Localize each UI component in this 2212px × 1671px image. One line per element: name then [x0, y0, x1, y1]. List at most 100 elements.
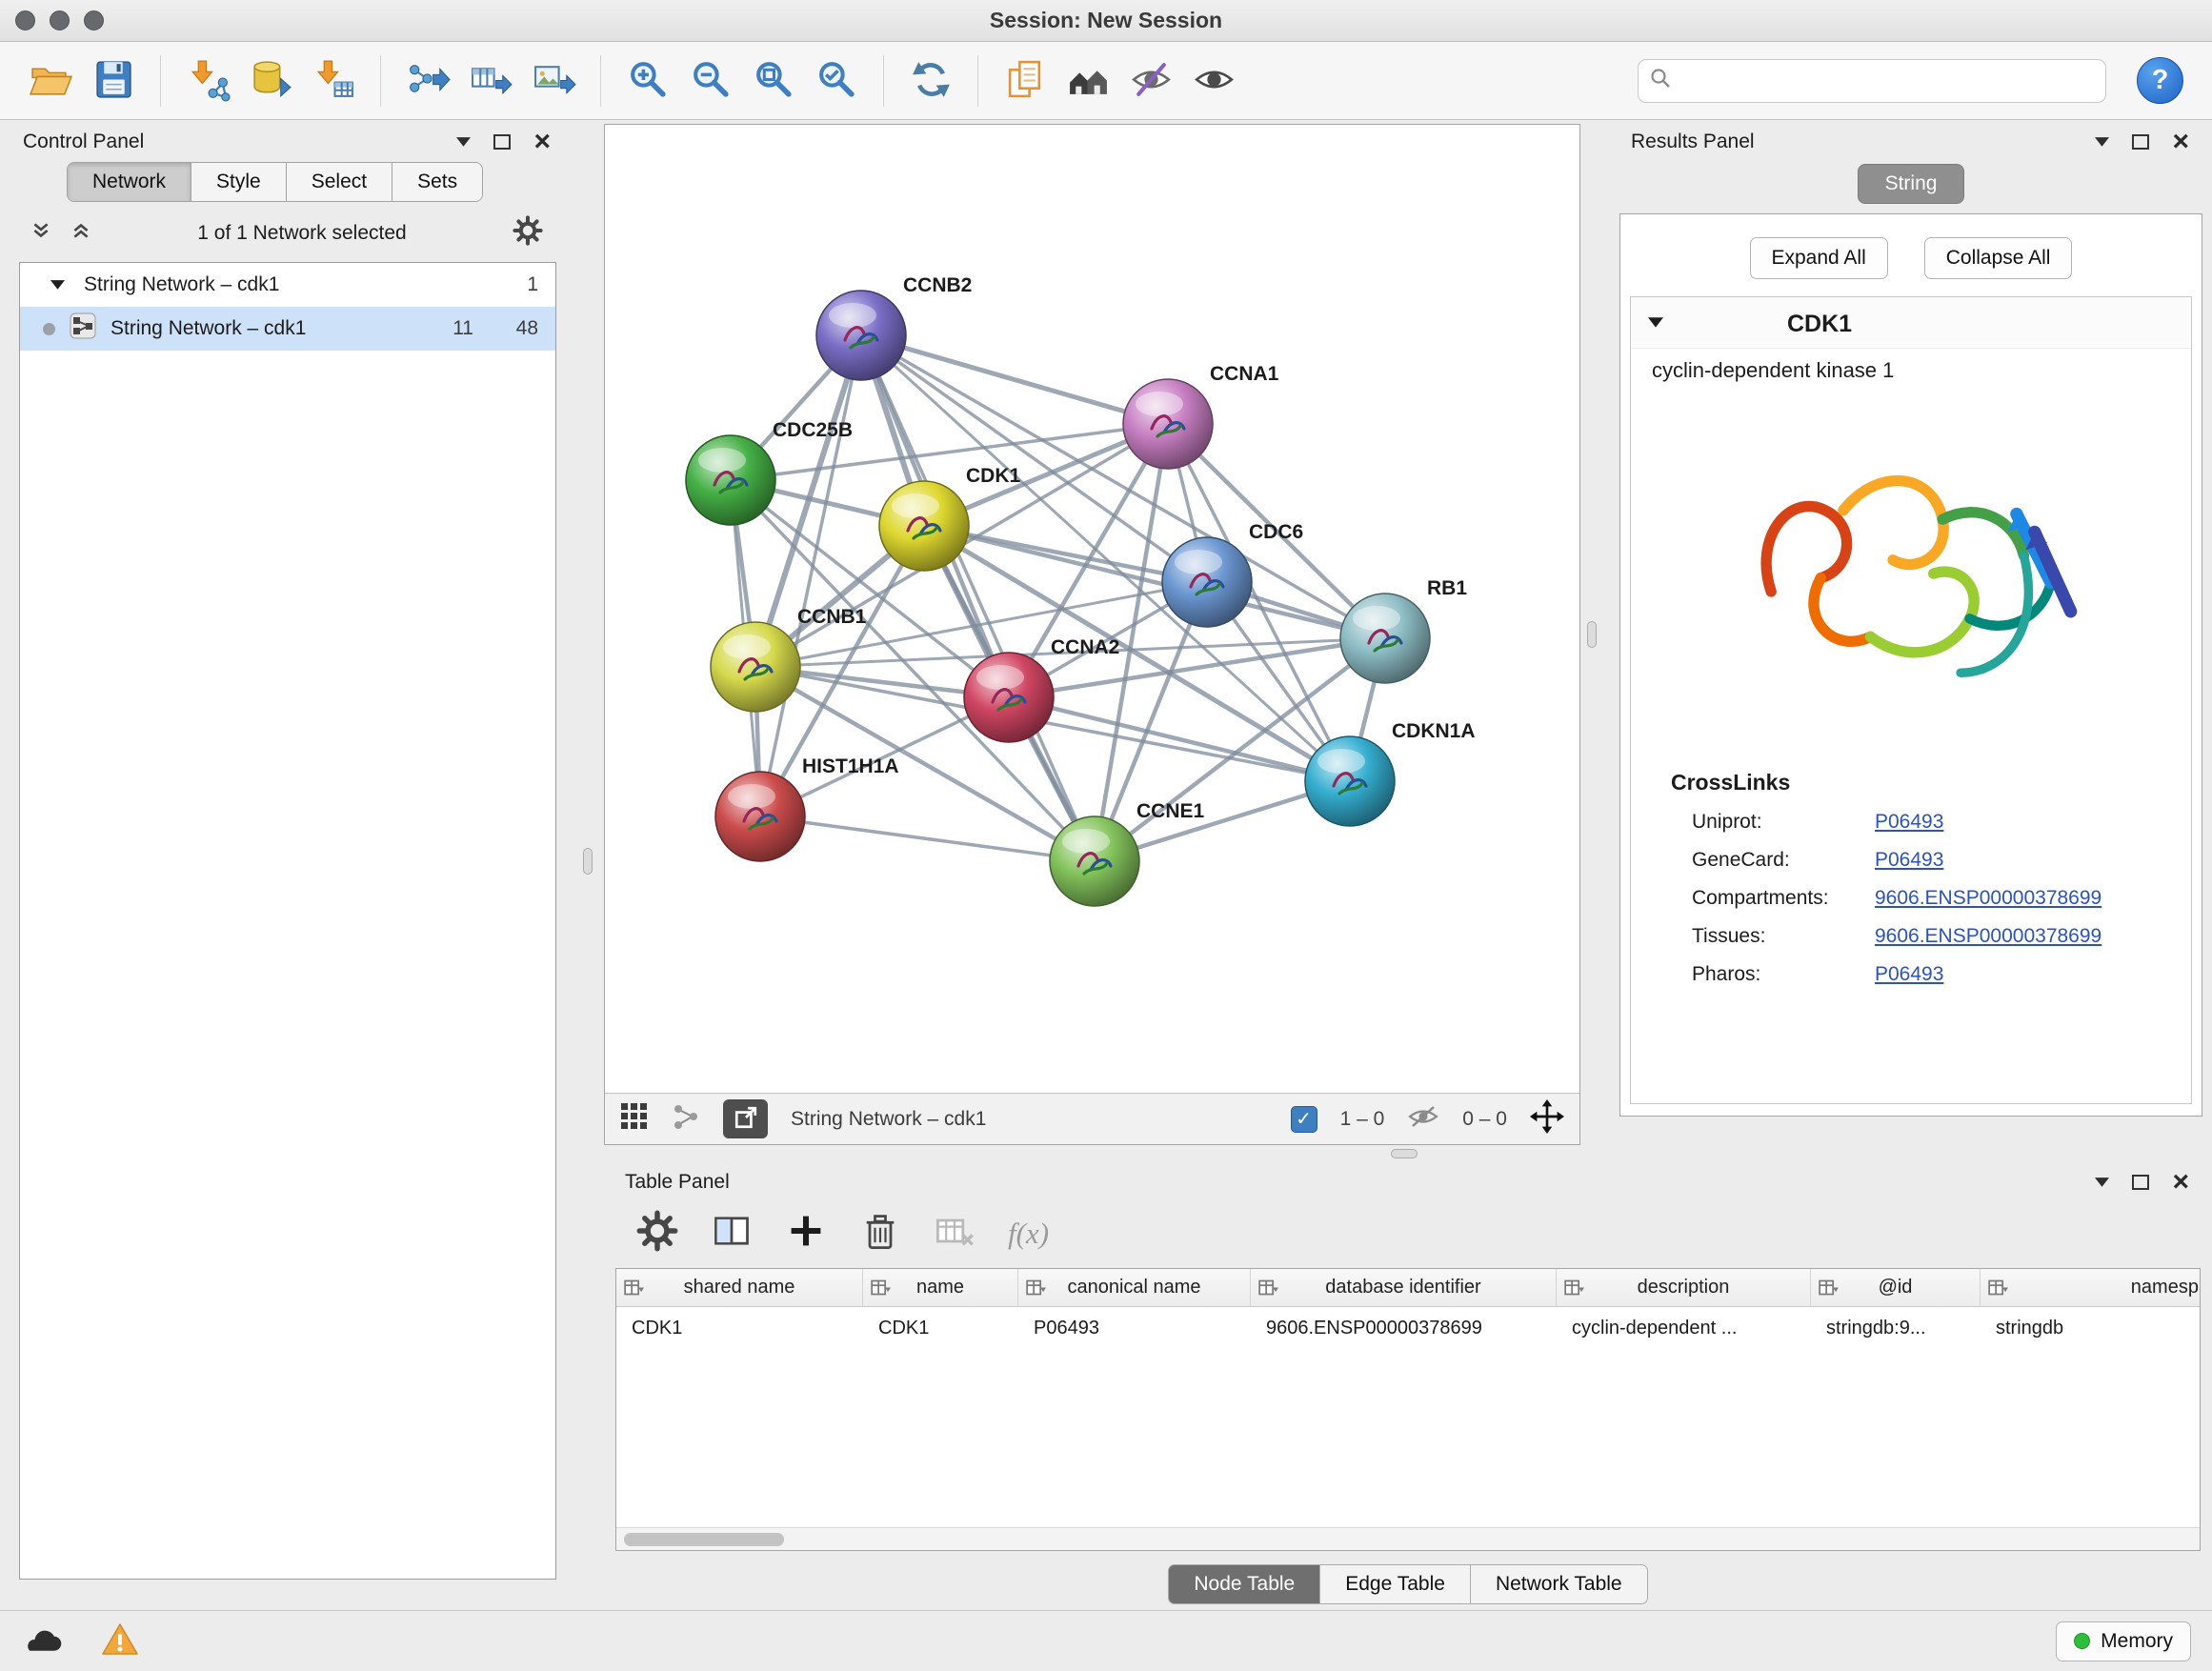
open-session-button[interactable]: [23, 51, 78, 111]
add-column-plus-icon[interactable]: [785, 1210, 827, 1257]
float-panel-icon[interactable]: [2132, 134, 2149, 150]
crosslink-link[interactable]: 9606.ENSP00000378699: [1875, 925, 2101, 948]
delete-table-icon[interactable]: [934, 1210, 975, 1257]
collapse-all-button[interactable]: Collapse All: [1924, 237, 2073, 279]
tab-select[interactable]: Select: [287, 163, 392, 201]
maximize-window-button[interactable]: [84, 10, 104, 30]
zoom-out-button[interactable]: [683, 51, 738, 111]
import-network-file-button[interactable]: [180, 51, 235, 111]
cell-canonical-name[interactable]: P06493: [1018, 1307, 1251, 1349]
export-image-button[interactable]: [526, 51, 581, 111]
table-settings-gear-icon[interactable]: [636, 1210, 678, 1257]
column-label[interactable]: database identifier: [1325, 1277, 1480, 1299]
show-columns-icon[interactable]: [711, 1210, 753, 1257]
network-collection-row[interactable]: String Network – cdk1 1: [20, 263, 555, 307]
scrollbar-thumb[interactable]: [624, 1533, 784, 1546]
network-node-CDC25B[interactable]: [686, 435, 775, 525]
cloud-button[interactable]: [21, 1624, 63, 1658]
tab-node-table[interactable]: Node Table: [1168, 1564, 1320, 1604]
home-button[interactable]: [1060, 51, 1116, 111]
collapse-icon[interactable]: [50, 273, 65, 296]
network-node-CDK1[interactable]: [879, 481, 969, 571]
splitter-handle-right[interactable]: [1587, 621, 1597, 648]
network-edge[interactable]: [861, 335, 1168, 424]
cell-name[interactable]: CDK1: [863, 1307, 1018, 1349]
tab-style[interactable]: Style: [191, 163, 287, 201]
show-all-button[interactable]: [1186, 51, 1241, 111]
selected-checkbox-icon[interactable]: ✓: [1291, 1106, 1317, 1133]
collapse-icon[interactable]: [1648, 316, 1663, 333]
cell-shared-name[interactable]: CDK1: [616, 1307, 863, 1349]
network-node-CCNA2[interactable]: [964, 653, 1054, 742]
search-input[interactable]: [1680, 70, 2094, 92]
cell-database-identifier[interactable]: 9606.ENSP00000378699: [1251, 1307, 1557, 1349]
cell-id[interactable]: stringdb:9...: [1811, 1307, 1981, 1349]
delete-column-trash-icon[interactable]: [859, 1210, 901, 1257]
network-edge[interactable]: [760, 816, 1095, 861]
network-node-CCNE1[interactable]: [1050, 816, 1139, 906]
splitter-handle-left[interactable]: [583, 848, 593, 875]
float-panel-icon[interactable]: [493, 134, 511, 150]
zoom-selected-button[interactable]: [809, 51, 864, 111]
minimize-window-button[interactable]: [50, 10, 70, 30]
collapse-all-icon[interactable]: [30, 220, 51, 246]
import-network-database-button[interactable]: [243, 51, 298, 111]
network-node-CCNB2[interactable]: [816, 291, 906, 380]
crosslink-link[interactable]: 9606.ENSP00000378699: [1875, 887, 2101, 910]
expand-all-button[interactable]: Expand All: [1750, 237, 1888, 279]
node-table[interactable]: shared name name canonical name database…: [615, 1268, 2201, 1551]
grid-view-icon[interactable]: [620, 1102, 649, 1137]
help-button[interactable]: ?: [2137, 57, 2183, 104]
column-label[interactable]: name: [916, 1277, 964, 1299]
close-panel-icon[interactable]: ×: [2172, 1168, 2189, 1197]
column-label[interactable]: @id: [1879, 1277, 1913, 1299]
panel-menu-icon[interactable]: [456, 131, 471, 153]
tab-network-table[interactable]: Network Table: [1471, 1564, 1648, 1604]
table-row[interactable]: CDK1 CDK1 P06493 9606.ENSP00000378699 cy…: [616, 1307, 2201, 1349]
warning-button[interactable]: [101, 1622, 139, 1660]
tab-edge-table[interactable]: Edge Table: [1320, 1564, 1471, 1604]
network-node-CDC6[interactable]: [1162, 537, 1252, 627]
network-canvas[interactable]: CCNB2CCNA1CDC25BCDK1CDC6RB1CCNB1CCNA2CDK…: [605, 125, 1579, 1093]
float-panel-icon[interactable]: [2132, 1175, 2149, 1190]
network-edge[interactable]: [760, 335, 861, 816]
pan-move-icon[interactable]: [1530, 1099, 1564, 1139]
network-edge[interactable]: [861, 335, 1095, 861]
network-node-CCNA1[interactable]: [1123, 379, 1213, 469]
gear-icon[interactable]: [513, 215, 543, 251]
function-builder-button[interactable]: f(x): [1008, 1217, 1049, 1251]
crosslink-link[interactable]: P06493: [1875, 849, 1943, 872]
expand-all-icon[interactable]: [70, 220, 91, 246]
hide-selected-button[interactable]: [1123, 51, 1178, 111]
memory-button[interactable]: Memory: [2056, 1621, 2191, 1661]
fit-content-button[interactable]: [746, 51, 801, 111]
network-node-RB1[interactable]: [1340, 594, 1430, 683]
column-label[interactable]: canonical name: [1067, 1277, 1200, 1299]
refresh-view-button[interactable]: [903, 51, 958, 111]
network-node-CCNB1[interactable]: [711, 622, 800, 712]
cell-namespace[interactable]: stringdb: [1981, 1307, 2201, 1349]
network-node-HIST1H1A[interactable]: [715, 772, 805, 861]
close-window-button[interactable]: [15, 10, 35, 30]
tab-string[interactable]: String: [1858, 164, 1965, 204]
panel-menu-icon[interactable]: [2095, 1171, 2109, 1194]
cell-description[interactable]: cyclin-dependent ...: [1557, 1307, 1811, 1349]
crosslink-link[interactable]: P06493: [1875, 811, 1943, 834]
crosslink-link[interactable]: P06493: [1875, 963, 1943, 986]
column-label[interactable]: description: [1638, 1277, 1730, 1299]
splitter-handle-bottom[interactable]: [1391, 1149, 1418, 1158]
protein-section-header[interactable]: CDK1: [1631, 297, 2191, 349]
network-row-selected[interactable]: String Network – cdk1 11 48: [20, 307, 555, 351]
column-label[interactable]: namespace: [2131, 1277, 2201, 1299]
open-in-new-window-button[interactable]: [723, 1099, 768, 1138]
column-label[interactable]: shared name: [684, 1277, 795, 1299]
hidden-eye-icon[interactable]: [1407, 1104, 1439, 1135]
close-panel-icon[interactable]: ×: [533, 128, 551, 156]
tab-network[interactable]: Network: [68, 163, 191, 201]
panel-menu-icon[interactable]: [2095, 131, 2109, 153]
network-overview-icon[interactable]: [672, 1102, 700, 1137]
copy-documents-button[interactable]: [997, 51, 1053, 111]
network-node-CDKN1A[interactable]: [1305, 736, 1395, 826]
save-session-button[interactable]: [86, 51, 141, 111]
horizontal-scrollbar[interactable]: [616, 1527, 2200, 1550]
